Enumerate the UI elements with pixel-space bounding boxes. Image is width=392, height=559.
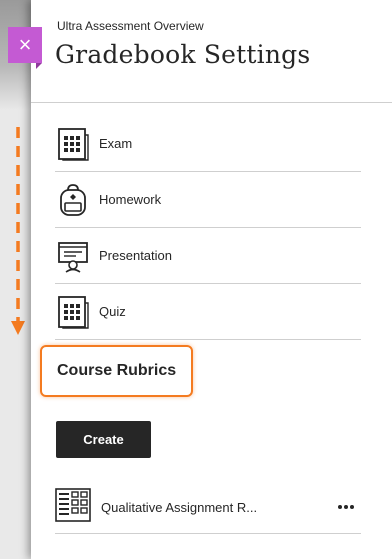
close-button-fold <box>36 63 42 69</box>
presentation-icon <box>55 238 91 274</box>
backpack-icon <box>55 182 91 218</box>
list-item-label: Exam <box>99 136 133 151</box>
rubric-title: Qualitative Assignment R... <box>101 499 258 515</box>
list-item-label: Presentation <box>99 248 172 263</box>
list-item[interactable]: Quiz <box>55 284 361 340</box>
quiz-icon <box>55 294 91 330</box>
grade-category-list: Exam Homework Presentation Quiz <box>55 116 361 340</box>
course-rubrics-heading: Course Rubrics <box>40 345 193 397</box>
scroll-down-arrow-icon <box>11 127 25 335</box>
panel-header: Ultra Assessment Overview Gradebook Sett… <box>31 0 392 103</box>
rubric-list-item[interactable]: Qualitative Assignment R... <box>55 481 361 534</box>
list-item-label: Homework <box>99 192 162 207</box>
breadcrumb[interactable]: Ultra Assessment Overview <box>57 19 204 33</box>
rubric-icon <box>55 487 91 527</box>
list-item-label: Quiz <box>99 304 126 319</box>
list-item[interactable]: Exam <box>55 116 361 172</box>
create-rubric-button[interactable]: Create <box>56 421 151 458</box>
close-button[interactable]: × <box>8 27 42 63</box>
list-item[interactable]: Presentation <box>55 228 361 284</box>
gradebook-settings-panel: Ultra Assessment Overview Gradebook Sett… <box>31 0 392 559</box>
list-item[interactable]: Homework <box>55 172 361 228</box>
more-options-icon[interactable] <box>333 497 359 517</box>
exam-icon <box>55 126 91 162</box>
page-title: Gradebook Settings <box>55 40 311 69</box>
